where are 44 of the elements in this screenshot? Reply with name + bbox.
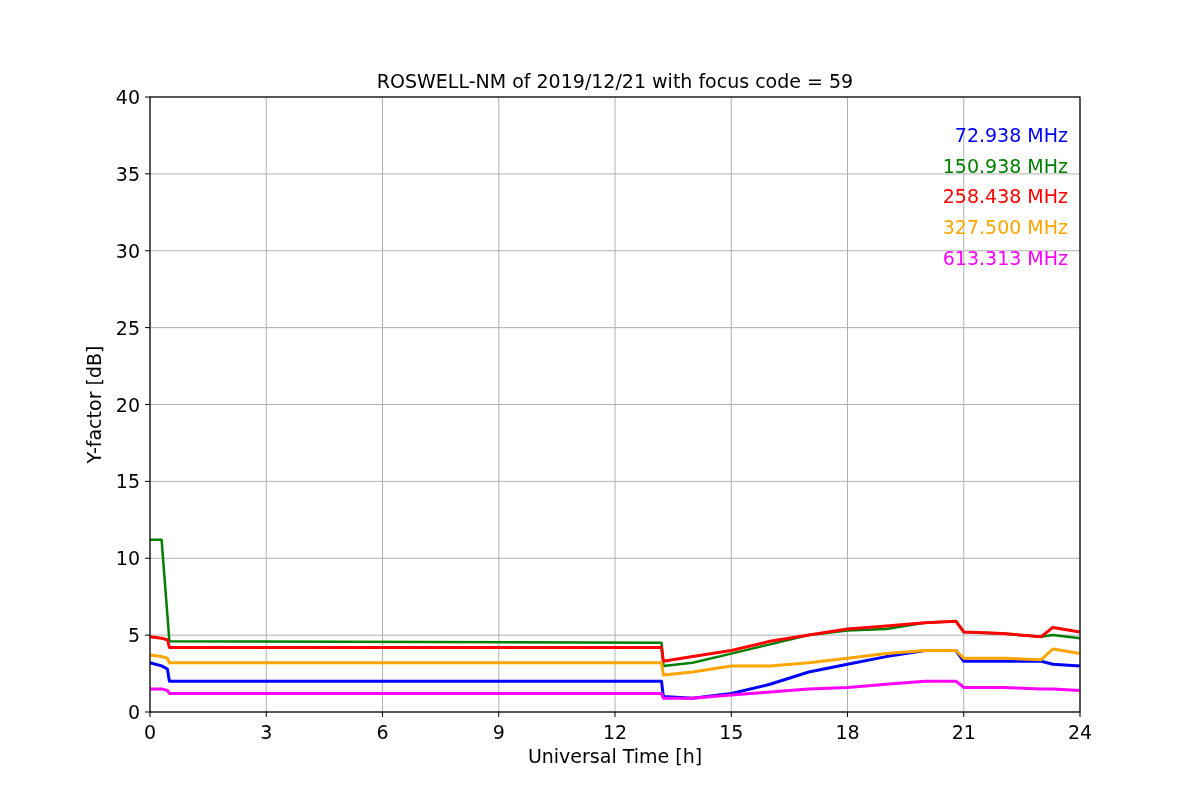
y-tick [144, 557, 151, 559]
y-tick [144, 250, 151, 252]
y-tick-label: 40 [115, 86, 140, 108]
y-tick [144, 173, 151, 175]
y-tick-label: 20 [115, 393, 140, 416]
y-tick-label: 35 [115, 162, 140, 185]
y-tick-label: 10 [115, 547, 140, 570]
x-tick-label: 3 [260, 721, 273, 743]
y-tick-label: 5 [127, 624, 140, 647]
x-tick-label: 18 [835, 721, 860, 743]
y-tick [144, 711, 151, 713]
chart-title: ROSWELL-NM of 2019/12/21 with focus code = 59 [376, 70, 854, 92]
x-tick [382, 711, 383, 718]
x-tick [847, 711, 848, 718]
x-tick-label: 24 [1067, 721, 1093, 743]
x-tick-label: 21 [951, 721, 976, 743]
y-tick [144, 634, 151, 636]
x-tick [963, 711, 965, 718]
y-tick-label: 0 [127, 701, 140, 723]
y-tick [144, 480, 151, 482]
y-tick-label: 30 [115, 239, 140, 262]
x-axis-label: Universal Time [h] [527, 745, 703, 767]
legend-label: 72.938 MHz [954, 124, 1068, 146]
x-tick-label: 15 [719, 721, 744, 743]
legend-label: 327.500 MHz [942, 216, 1068, 239]
x-tick [614, 711, 616, 718]
x-tick-label: 0 [143, 721, 157, 743]
y-tick-label: 15 [115, 470, 140, 493]
legend-label: 150.938 MHz [942, 154, 1068, 177]
y-tick [144, 404, 151, 405]
x-tick [730, 711, 732, 718]
x-tick-label: 6 [376, 721, 389, 743]
y-axis-label: Y-factor [dB] [83, 345, 105, 464]
y-tick [144, 96, 151, 98]
x-tick [1079, 711, 1081, 718]
x-tick [149, 711, 151, 718]
legend-label: 613.313 MHz [942, 246, 1068, 269]
legend-label: 258.438 MHz [942, 185, 1068, 208]
y-tick-label: 25 [115, 316, 140, 339]
x-tick-label: 9 [492, 721, 505, 743]
x-tick-label: 12 [602, 721, 628, 743]
y-tick [144, 327, 151, 329]
x-tick [265, 711, 267, 718]
x-tick [498, 711, 500, 718]
